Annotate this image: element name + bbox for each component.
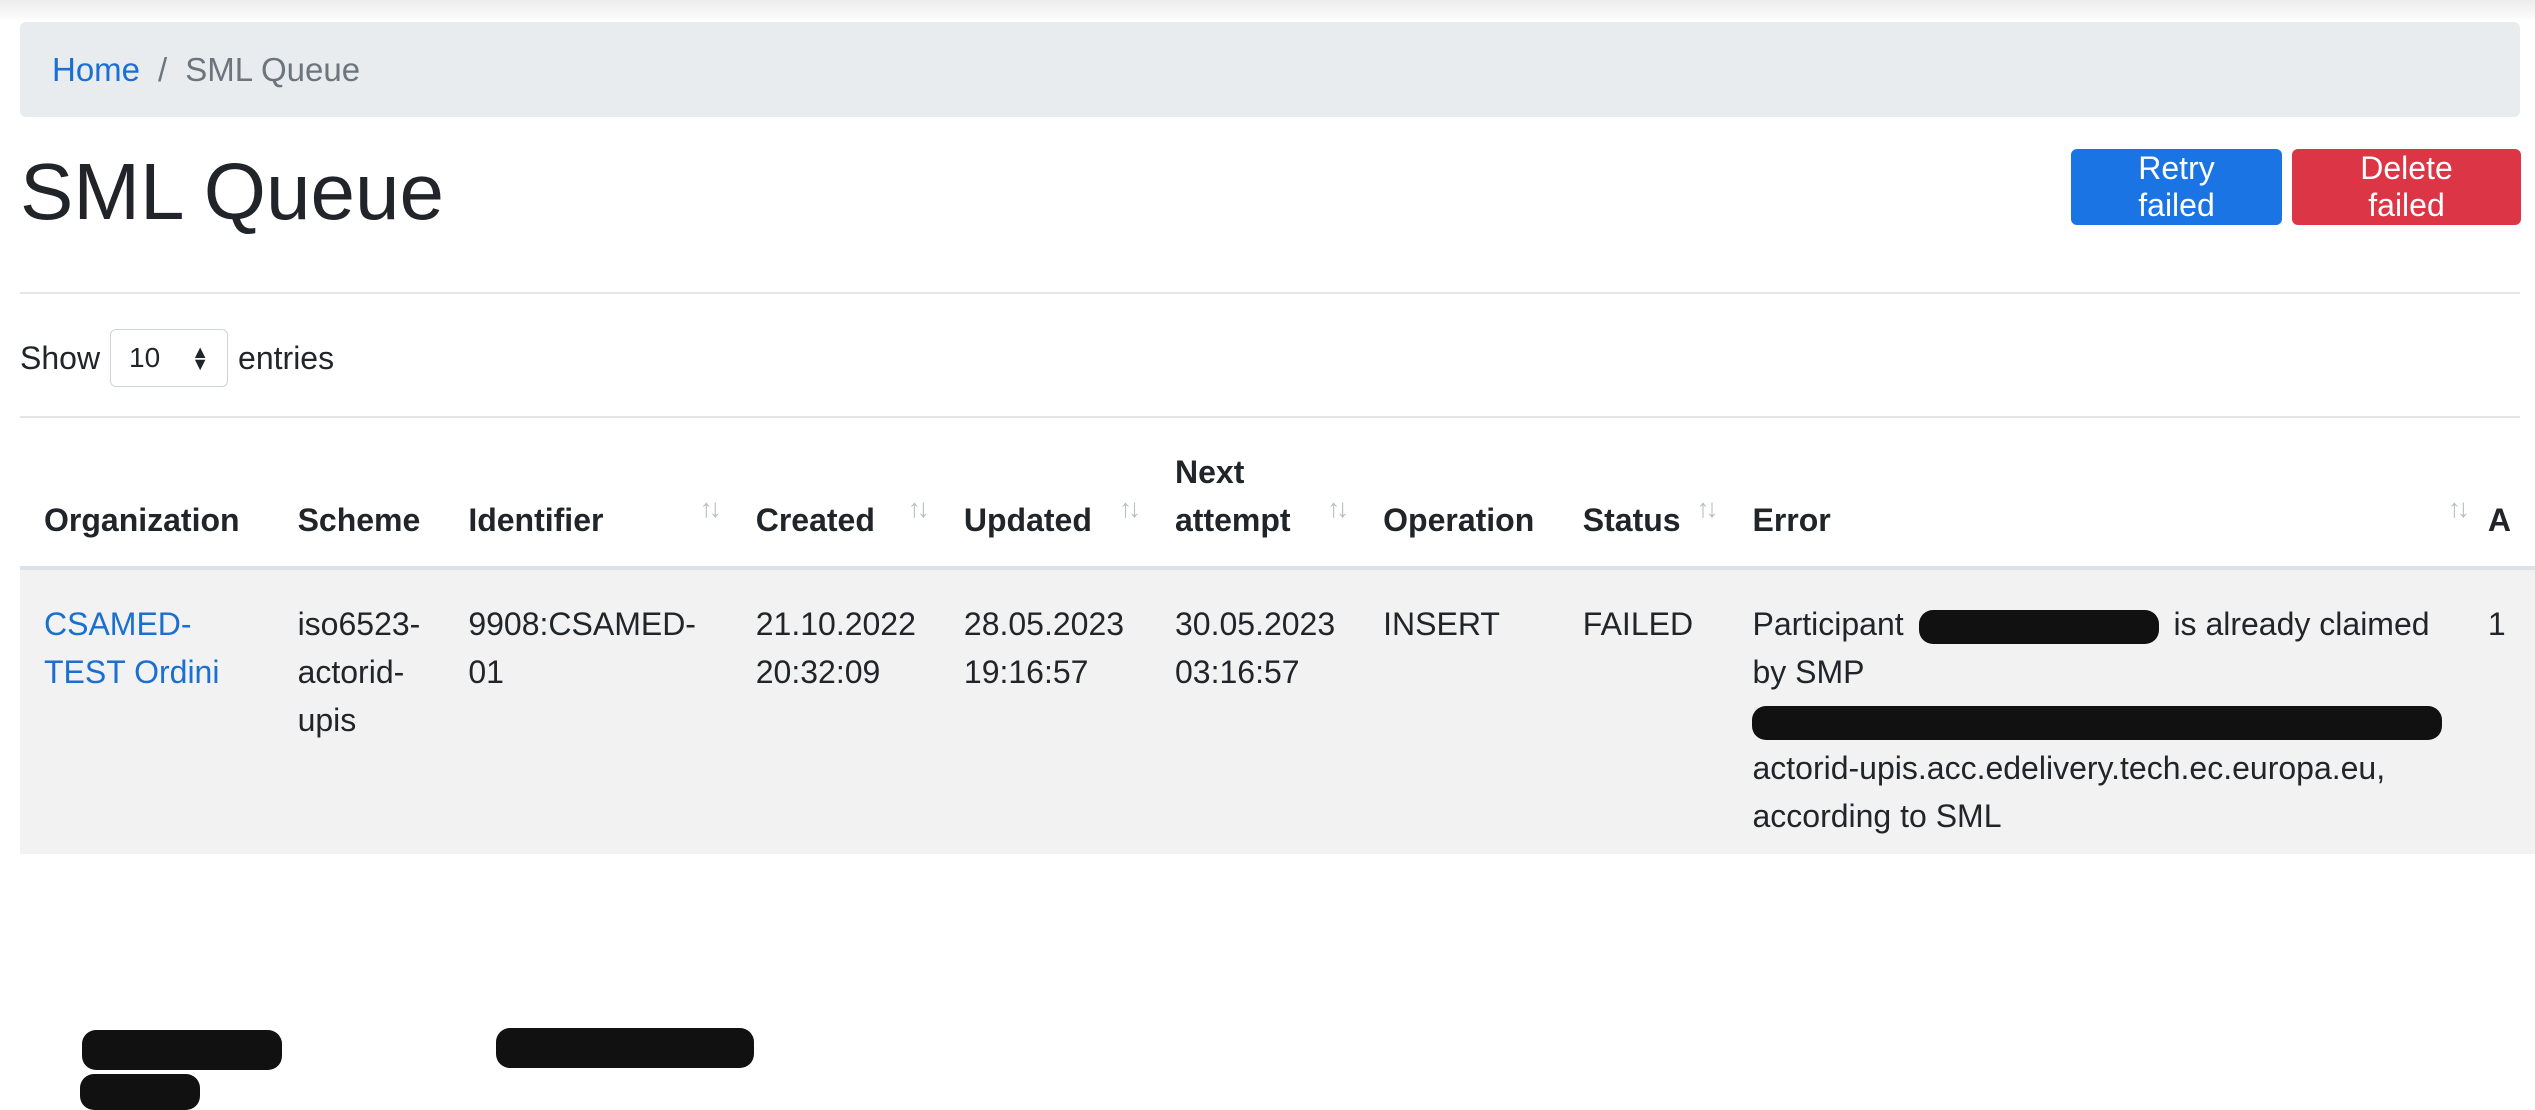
entries-select-value: 10 (129, 342, 161, 373)
cell-next: 1 (2479, 568, 2535, 854)
cell-next-attempt: 30.05.2023 03:16:57 (1150, 568, 1360, 854)
divider (20, 416, 2520, 418)
breadcrumb-separator: / (158, 50, 168, 88)
error-prefix: Participant (1752, 606, 1904, 642)
column-header-error[interactable]: Error ↑↓ (1728, 430, 2480, 570)
redaction-mark (1752, 705, 2443, 740)
sort-icon: ↑↓ (1118, 493, 1141, 523)
cell-scheme: iso6523-actorid-upis (273, 568, 445, 854)
length-prefix: Show (20, 339, 101, 376)
sort-icon: ↑↓ (699, 493, 722, 523)
delete-failed-button[interactable]: Delete failed (2292, 149, 2521, 225)
top-shadow (0, 0, 2535, 22)
cell-updated: 28.05.2023 19:16:57 (939, 568, 1151, 854)
column-header-next-attempt[interactable]: Next attempt ↑↓ (1150, 430, 1360, 570)
table-row: CSAMED-TEST Ordini iso6523-actorid-upis … (20, 568, 2535, 1110)
length-menu: Show 10 ▲ ▼ entries (20, 328, 334, 388)
column-header-next[interactable]: A (2479, 430, 2535, 570)
error-suffix: according to SML (1752, 798, 2002, 834)
error-host-tail: actorid-upis.acc.edelivery.tech.ec.europ… (1752, 750, 2386, 786)
breadcrumb-current: SML Queue (185, 50, 361, 88)
column-header-organization[interactable]: Organization (20, 430, 274, 570)
redaction-mark (1918, 609, 2159, 644)
cell-operation: INSERT (1359, 568, 1559, 854)
column-header-updated[interactable]: Updated ↑↓ (939, 430, 1151, 570)
cell-error: Participant is already claimed by SMP ac… (1728, 568, 2480, 854)
column-header-status[interactable]: Status ↑↓ (1558, 430, 1729, 570)
retry-failed-button[interactable]: Retry failed (2071, 149, 2282, 225)
column-header-created[interactable]: Created ↑↓ (731, 430, 940, 570)
cell-identifier: 9908:CSAMED-01 (444, 568, 754, 1068)
column-header-scheme[interactable]: Scheme (273, 430, 445, 570)
cell-status: FAILED (1558, 568, 1729, 854)
organization-link[interactable]: CSAMED-TEST Ordini (44, 600, 250, 696)
column-header-identifier[interactable]: Identifier ↑↓ (444, 430, 732, 570)
sort-icon: ↑↓ (2447, 493, 2470, 523)
entries-select[interactable]: 10 ▲ ▼ (110, 329, 229, 387)
sort-icon: ↑↓ (1327, 493, 1349, 523)
sort-icon: ↑↓ (907, 493, 930, 523)
column-header-operation[interactable]: Operation (1359, 430, 1559, 570)
sml-queue-table: Organization Scheme Identifier ↑↓ Created… (20, 430, 2535, 1110)
sort-icon: ↑↓ (1696, 493, 1718, 523)
cell-organization: CSAMED-TEST Ordini (20, 568, 282, 1110)
cell-created: 21.10.2022 20:32:09 (731, 568, 940, 854)
table-header-row: Organization Scheme Identifier ↑↓ Created… (20, 430, 2535, 570)
divider (20, 292, 2520, 294)
identifier-value: 9908:CSAMED-01 (468, 606, 696, 690)
breadcrumb: Home / SML Queue (20, 22, 2520, 117)
page-title: SML Queue (20, 147, 444, 236)
select-arrows-icon: ▲ ▼ (191, 342, 210, 374)
breadcrumb-home-link[interactable]: Home (52, 51, 140, 89)
length-suffix: entries (238, 339, 335, 376)
